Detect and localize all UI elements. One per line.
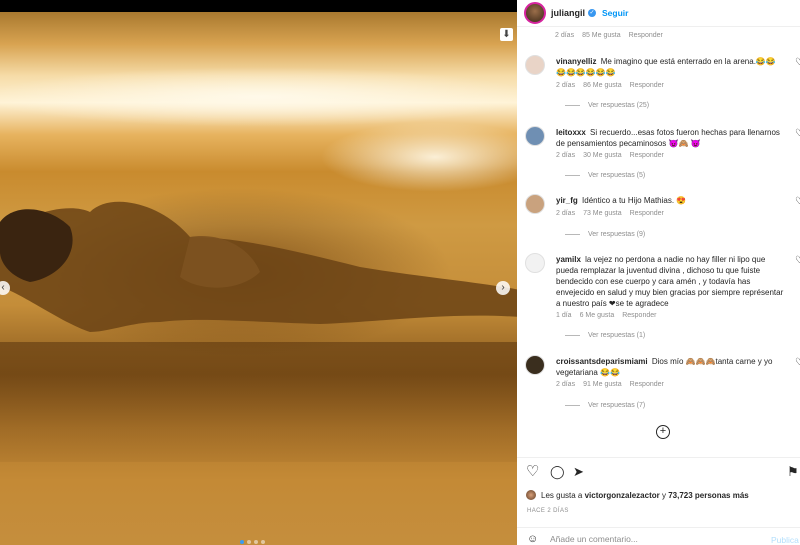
replies-divider	[565, 105, 580, 106]
comment-likes[interactable]: 85 Me gusta	[582, 32, 621, 39]
comment-meta: 2 días 30 Me gusta Responder	[556, 152, 664, 159]
comment-body: Si recuerdo...esas fotos fueron hechas p…	[556, 128, 780, 148]
comment-text: yamilx la vejez no perdona a nadie no ha…	[556, 254, 784, 309]
view-replies-label[interactable]: Ver respuestas (7)	[588, 402, 645, 409]
publish-button[interactable]: Publica	[771, 535, 799, 545]
comment-meta: 2 días 91 Me gusta Responder	[556, 381, 664, 388]
view-replies-button[interactable]: Ver respuestas (5)	[565, 172, 645, 179]
author-username[interactable]: juliangil	[551, 8, 585, 18]
comment-username[interactable]: vinanyelliz	[556, 57, 596, 66]
comment-body: Idéntico a tu Hijo Mathias. 😍	[582, 196, 687, 205]
comment-meta: 2 días 85 Me gusta Responder	[555, 32, 663, 39]
comment-likes[interactable]: 86 Me gusta	[583, 82, 622, 89]
reply-button[interactable]: Responder	[630, 82, 664, 89]
likes-summary: Les gusta a victorgonzalezactor y 73,723…	[526, 490, 749, 500]
share-paper-plane-icon[interactable]: ➤	[573, 464, 584, 480]
view-replies-button[interactable]: Ver respuestas (9)	[565, 231, 645, 238]
view-replies-button[interactable]: Ver respuestas (7)	[565, 402, 645, 409]
like-comment-heart-icon[interactable]: ♡	[795, 357, 800, 368]
carousel-dot	[254, 540, 258, 544]
like-comment-heart-icon[interactable]: ♡	[795, 57, 800, 68]
comment-likes[interactable]: 6 Me gusta	[580, 312, 615, 319]
carousel-dot	[240, 540, 244, 544]
comment-meta: 2 días 86 Me gusta Responder	[556, 82, 664, 89]
comment-username[interactable]: yir_fg	[556, 196, 578, 205]
avatar[interactable]	[525, 126, 545, 146]
like-comment-heart-icon[interactable]: ♡	[795, 196, 800, 207]
post-media[interactable]: ⬇ ‹ ›	[0, 12, 517, 545]
comment-text: leitoxxx Si recuerdo...esas fotos fueron…	[556, 127, 784, 149]
wave-foam	[0, 67, 517, 127]
bookmark-icon[interactable]: ⚑	[787, 464, 799, 480]
next-slide-button[interactable]: ›	[496, 281, 510, 295]
post-details-panel: juliangil ✓ Seguir 2 días 85 Me gusta Re…	[517, 0, 800, 545]
comment-meta: 1 día 6 Me gusta Responder	[556, 312, 656, 319]
likes-prefix: Les gusta a	[541, 490, 583, 500]
wet-sand-reflection	[0, 342, 517, 462]
comment-bubble-icon[interactable]: ◯	[550, 464, 565, 480]
replies-divider	[565, 175, 580, 176]
reply-button[interactable]: Responder	[630, 381, 664, 388]
view-replies-label[interactable]: Ver respuestas (5)	[588, 172, 645, 179]
comment-text: croissantsdeparismiami Dios mío 🙈🙈🙈tanta…	[556, 356, 784, 378]
comment-username[interactable]: leitoxxx	[556, 128, 586, 137]
emoji-icon[interactable]: ☺	[527, 533, 538, 545]
view-replies-label[interactable]: Ver respuestas (9)	[588, 231, 645, 238]
post-date: HACE 2 DÍAS	[527, 508, 569, 514]
comment-time: 2 días	[555, 32, 575, 39]
view-replies-label[interactable]: Ver respuestas (1)	[588, 332, 645, 339]
like-heart-icon[interactable]: ♡	[526, 464, 539, 480]
replies-divider	[565, 405, 580, 406]
reply-button[interactable]: Responder	[630, 152, 664, 159]
reply-button[interactable]: Responder	[630, 210, 664, 217]
comment-time: 2 días	[556, 82, 576, 89]
comment-likes[interactable]: 73 Me gusta	[583, 210, 622, 217]
comment-username[interactable]: yamilx	[556, 255, 581, 264]
avatar[interactable]	[524, 2, 546, 24]
carousel-indicator	[240, 540, 265, 544]
reply-button[interactable]: Responder	[629, 32, 663, 39]
carousel-dot	[261, 540, 265, 544]
replies-divider	[565, 234, 580, 235]
post-actions-bar: ♡ ◯ ➤ ⚑	[517, 457, 800, 487]
carousel-dot	[247, 540, 251, 544]
avatar[interactable]	[525, 194, 545, 214]
likes-middle: y	[661, 490, 666, 500]
comment-likes[interactable]: 91 Me gusta	[583, 381, 622, 388]
comment-time: 2 días	[556, 210, 576, 217]
like-comment-heart-icon[interactable]: ♡	[795, 255, 800, 266]
top-bar	[0, 0, 517, 12]
replies-divider	[565, 335, 580, 336]
comments-list[interactable]: 2 días 85 Me gusta Responder vinanyelliz…	[517, 27, 800, 457]
view-replies-button[interactable]: Ver respuestas (1)	[565, 332, 645, 339]
avatar[interactable]	[525, 355, 545, 375]
likes-count[interactable]: 73,723 personas más	[668, 491, 749, 500]
liker-username[interactable]: victorgonzalezactor	[585, 491, 660, 500]
comment-input[interactable]	[550, 534, 750, 544]
comment-time: 2 días	[556, 381, 576, 388]
add-comment-bar: ☺ Publica	[517, 527, 800, 545]
avatar[interactable]	[525, 253, 545, 273]
avatar[interactable]	[525, 55, 545, 75]
follow-button[interactable]: Seguir	[602, 8, 628, 18]
download-icon[interactable]: ⬇	[500, 28, 513, 41]
comment-time: 2 días	[556, 152, 576, 159]
reply-button[interactable]: Responder	[622, 312, 656, 319]
reclining-figure	[0, 201, 517, 332]
instagram-post-view: ⬇ ‹ › juliangil ✓ Seguir 2 días 85 Me gu…	[0, 0, 800, 545]
verified-badge-icon: ✓	[588, 9, 597, 17]
view-replies-label[interactable]: Ver respuestas (25)	[588, 102, 649, 109]
avatar	[526, 490, 536, 500]
post-header: juliangil ✓ Seguir	[517, 0, 800, 27]
comment-text: yir_fg Idéntico a tu Hijo Mathias. 😍	[556, 195, 784, 206]
comment-likes[interactable]: 30 Me gusta	[583, 152, 622, 159]
comment-text: vinanyelliz Me imagino que está enterrad…	[556, 56, 784, 78]
comment-username[interactable]: croissantsdeparismiami	[556, 357, 648, 366]
view-replies-button[interactable]: Ver respuestas (25)	[565, 102, 649, 109]
comment-meta: 2 días 73 Me gusta Responder	[556, 210, 664, 217]
comment-time: 1 día	[556, 312, 572, 319]
like-comment-heart-icon[interactable]: ♡	[795, 128, 800, 139]
comment-body: la vejez no perdona a nadie no hay fille…	[556, 255, 784, 308]
load-more-comments-icon[interactable]: +	[656, 425, 670, 439]
